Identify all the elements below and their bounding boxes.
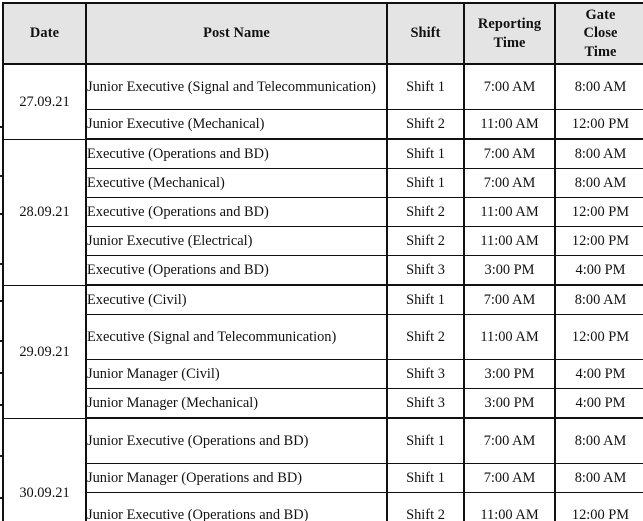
column-header-gate-close-time: Gate Close Time <box>555 3 643 66</box>
gate-close-time-cell: 12:00 PM <box>555 492 643 521</box>
post-name-cell: Junior Executive (Operations and BD) <box>86 492 388 521</box>
shift-cell: Shift 2 <box>387 226 465 257</box>
gate-close-time-cell: 8:00 AM <box>555 463 643 494</box>
post-name-cell: Executive (Operations and BD) <box>86 255 388 287</box>
reporting-time-line-2: Time <box>493 34 526 51</box>
reporting-time-cell: 3:00 PM <box>464 359 556 390</box>
shift-cell: Shift 2 <box>387 197 465 228</box>
shift-cell: Shift 1 <box>387 418 465 465</box>
shift-cell: Shift 3 <box>387 388 465 420</box>
post-name-cell: Executive (Operations and BD) <box>86 197 388 228</box>
gate-close-time-cell: 8:00 AM <box>555 168 643 199</box>
gate-close-time-cell: 12:00 PM <box>555 226 643 257</box>
gate-close-line-2: Close <box>583 25 618 42</box>
reporting-time-cell: 7:00 AM <box>464 285 556 316</box>
post-name-cell: Executive (Mechanical) <box>86 168 388 199</box>
gate-close-time-cell: 4:00 PM <box>555 388 643 420</box>
column-header-shift: Shift <box>387 3 465 66</box>
table-row: 27.09.21 Junior Executive (Signal and Tel… <box>3 64 643 140</box>
post-name-cell: Junior Executive (Mechanical) <box>86 109 388 141</box>
reporting-time-cell: 3:00 PM <box>464 388 556 420</box>
reporting-time-cell: 11:00 AM <box>464 226 556 257</box>
gate-close-time-cell: 8:00 AM <box>555 139 643 170</box>
reporting-time-line-1: Reporting <box>477 16 542 33</box>
table-row: Executive (Operations and BD) Shift 2 11:0… <box>3 197 643 228</box>
shift-cell: Shift 3 <box>387 359 465 390</box>
table-row: Junior Manager (Civil) Shift 3 3:00 PM 4:00… <box>3 359 643 390</box>
shift-cell: Shift 1 <box>387 64 465 111</box>
table-row: 28.09.21 Executive (Operations and BD) Shi… <box>3 139 643 286</box>
shift-cell: Shift 1 <box>387 285 465 316</box>
table-row: Junior Manager (Operations and BD) Shift … <box>3 463 643 494</box>
post-name-cell: Junior Manager (Operations and BD) <box>86 463 388 494</box>
shift-cell: Shift 2 <box>387 492 465 521</box>
exam-schedule-table: Date Post Name Shift Reporting Time Gate… <box>2 2 643 521</box>
reporting-time-cell: 11:00 AM <box>464 109 556 141</box>
date-cell: 27.09.21 <box>3 64 87 140</box>
reporting-time-cell: 11:00 AM <box>464 197 556 228</box>
header-row: Date Post Name Shift Reporting Time Gate… <box>3 3 643 66</box>
gate-close-time-cell: 4:00 PM <box>555 359 643 390</box>
reporting-time-cell: 7:00 AM <box>464 168 556 199</box>
reporting-time-cell: 7:00 AM <box>464 463 556 494</box>
column-header-date: Date <box>3 3 87 66</box>
table-row: Executive (Mechanical) Shift 1 7:00 AM 8:00… <box>3 168 643 199</box>
column-header-reporting-time: Reporting Time <box>464 3 556 66</box>
reporting-time-cell: 11:00 AM <box>464 492 556 521</box>
table-row: 30.09.21 Junior Executive (Operations and… <box>3 418 643 521</box>
reporting-time-cell: 7:00 AM <box>464 139 556 170</box>
table-row: Junior Manager (Mechanical) Shift 3 3:00 P… <box>3 388 643 420</box>
post-name-cell: Executive (Operations and BD) <box>86 139 388 170</box>
shift-cell: Shift 2 <box>387 109 465 141</box>
post-name-cell: Junior Executive (Electrical) <box>86 226 388 257</box>
shift-cell: Shift 2 <box>387 314 465 361</box>
shift-cell: Shift 1 <box>387 168 465 199</box>
gate-close-time-cell: 12:00 PM <box>555 197 643 228</box>
post-name-cell: Junior Executive (Signal and Telecommuni… <box>86 64 388 111</box>
table-body: 27.09.21 Junior Executive (Signal and Tel… <box>3 64 643 521</box>
date-cell: 29.09.21 <box>3 285 87 419</box>
shift-cell: Shift 3 <box>387 255 465 287</box>
date-cell: 28.09.21 <box>3 139 87 286</box>
shift-cell: Shift 1 <box>387 139 465 170</box>
column-header-post-name: Post Name <box>86 3 388 66</box>
schedule-table-container: Date Post Name Shift Reporting Time Gate… <box>2 2 643 521</box>
post-name-cell: Junior Executive (Operations and BD) <box>86 418 388 465</box>
gate-close-time-cell: 12:00 PM <box>555 109 643 141</box>
table-header: Date Post Name Shift Reporting Time Gate… <box>3 3 643 66</box>
gate-close-time-cell: 8:00 AM <box>555 64 643 111</box>
post-name-cell: Junior Manager (Civil) <box>86 359 388 390</box>
date-cell: 30.09.21 <box>3 418 87 521</box>
table-row: Executive (Signal and Telecommunication)… <box>3 314 643 361</box>
table-row: 29.09.21 Executive (Civil) Shift 1 7:00 AM 8… <box>3 285 643 419</box>
post-name-cell: Executive (Civil) <box>86 285 388 316</box>
shift-cell: Shift 1 <box>387 463 465 494</box>
gate-close-line-1: Gate <box>585 7 616 23</box>
post-name-cell: Junior Manager (Mechanical) <box>86 388 388 420</box>
table-row: Junior Executive (Electrical) Shift 2 11:0… <box>3 226 643 257</box>
reporting-time-cell: 3:00 PM <box>464 255 556 287</box>
table-row: Executive (Operations and BD) Shift 3 3:00… <box>3 255 643 287</box>
reporting-time-cell: 11:00 AM <box>464 314 556 361</box>
table-row: Junior Executive (Mechanical) Shift 2 11:0… <box>3 109 643 141</box>
gate-close-time-cell: 12:00 PM <box>555 314 643 361</box>
reporting-time-cell: 7:00 AM <box>464 64 556 111</box>
gate-close-time-cell: 8:00 AM <box>555 418 643 465</box>
gate-close-line-3: Time <box>584 43 617 60</box>
reporting-time-cell: 7:00 AM <box>464 418 556 465</box>
gate-close-time-cell: 4:00 PM <box>555 255 643 287</box>
gate-close-time-cell: 8:00 AM <box>555 285 643 316</box>
table-row: Junior Executive (Operations and BD) Shif… <box>3 492 643 521</box>
post-name-cell: Executive (Signal and Telecommunication) <box>86 314 388 361</box>
